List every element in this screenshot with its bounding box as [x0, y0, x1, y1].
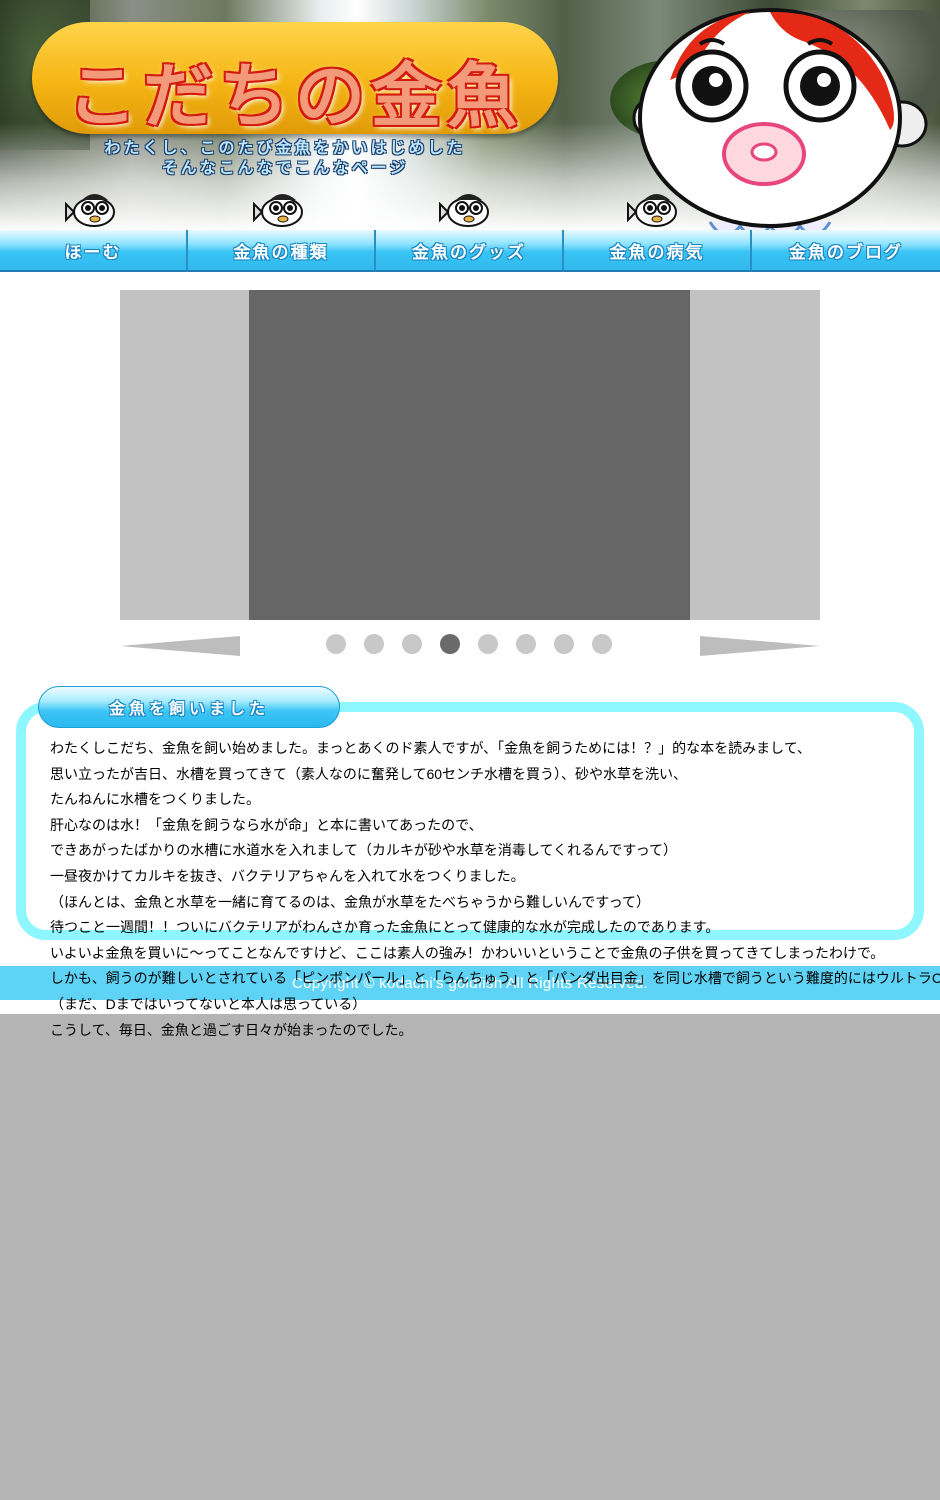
- small-fish-icon: [438, 186, 494, 230]
- nav-item-goldfish-goods[interactable]: 金魚のグッズ: [376, 230, 564, 272]
- nav-item-goldfish-diseases[interactable]: 金魚の病気: [564, 230, 752, 272]
- article-line: いよいよ金魚を買いに～ってことなんですけど、ここは素人の強み！かわいいということ…: [50, 944, 885, 961]
- article-body: わたくしこだち、金魚を飼い始めました。まっとあくのド素人ですが、「金魚を飼うため…: [50, 736, 940, 1043]
- goldfish-mascot-icon: [600, 0, 940, 232]
- nav-label: 金魚の病気: [609, 242, 705, 263]
- nav-label: 金魚の種類: [233, 242, 329, 263]
- main-navigation: ほーむ 金魚の種類 金魚のグッズ 金魚の病気 金魚のブログ: [0, 230, 940, 272]
- article-line: 待つこと一週間！！ついにバクテリアがわんさか育った金魚にとって健康的な水が完成し…: [50, 919, 720, 936]
- article-line: 肝心なのは水！「金魚を飼うなら水が命」と本に書いてあったので、: [50, 816, 483, 833]
- tagline-line: わたくし、このたび金魚をかいはじめした: [104, 138, 466, 157]
- article-heading-tab: 金魚を飼いました: [38, 686, 340, 728]
- article-line: （ほんとは、金魚と水草を一緒に育てるのは、金魚が水草をたべちゃうから難しいんです…: [50, 893, 651, 910]
- article-line: こうして、毎日、金魚と過ごす日々が始まったのでした。: [50, 1021, 413, 1038]
- left-arrow-icon[interactable]: [120, 636, 240, 656]
- article-line: できあがったばかりの水槽に水道水を入れまして（カルキが砂や水草を消毒してくれるん…: [50, 842, 678, 859]
- slider-dot[interactable]: [402, 634, 422, 654]
- article-line: わたくしこだち、金魚を飼い始めました。まっとあくのド素人ですが、「金魚を飼うため…: [50, 740, 812, 756]
- nav-item-home[interactable]: ほーむ: [0, 230, 188, 272]
- slider-dot[interactable]: [326, 634, 346, 654]
- site-logo[interactable]: こだちの金魚: [32, 22, 558, 137]
- slider-dot[interactable]: [478, 634, 498, 654]
- article-line: たんねんに水槽をつくりました。: [50, 791, 260, 808]
- article-line: しかも、飼うのが難しいとされている「ピンポンパール」と「らんちゅう」と「パンダ出…: [50, 970, 940, 987]
- right-arrow-icon[interactable]: [700, 636, 820, 656]
- nav-item-goldfish-blog[interactable]: 金魚のブログ: [752, 230, 940, 272]
- article-line: （まだ、Dまではいってないと本人は思っている）: [50, 995, 367, 1012]
- nav-label: ほーむ: [64, 242, 122, 263]
- slider-dot[interactable]: [592, 634, 612, 654]
- image-slider[interactable]: [120, 290, 820, 620]
- slide-image[interactable]: [249, 290, 690, 620]
- header-banner: こだちの金魚 わたくし、このたび金魚をかいはじめした そんなこんなでこんなページ: [0, 0, 940, 232]
- nav-item-goldfish-types[interactable]: 金魚の種類: [188, 230, 376, 272]
- article-title: 金魚を飼いました: [108, 699, 269, 718]
- small-fish-icon: [252, 186, 308, 230]
- slider-pagination: [326, 634, 626, 654]
- tagline-line: そんなこんなでこんなページ: [161, 158, 409, 177]
- small-fish-icon: [64, 186, 120, 230]
- article-line: 思い立ったが吉日、水槽を買ってきて（素人なのに奮発して60センチ水槽を買う）、砂…: [50, 765, 688, 782]
- article-line: 一昼夜かけてカルキを抜き、バクテリアちゃんを入れて水をつくりました。: [50, 867, 525, 884]
- nav-label: 金魚のブログ: [789, 242, 903, 263]
- slider-dot[interactable]: [516, 634, 536, 654]
- slider-dot[interactable]: [364, 634, 384, 654]
- site-logo-text: こだちの金魚: [67, 55, 523, 137]
- slider-dot[interactable]: [440, 634, 460, 654]
- nav-label: 金魚のグッズ: [412, 242, 526, 263]
- site-tagline: わたくし、このたび金魚をかいはじめした そんなこんなでこんなページ: [70, 138, 500, 178]
- slider-dot[interactable]: [554, 634, 574, 654]
